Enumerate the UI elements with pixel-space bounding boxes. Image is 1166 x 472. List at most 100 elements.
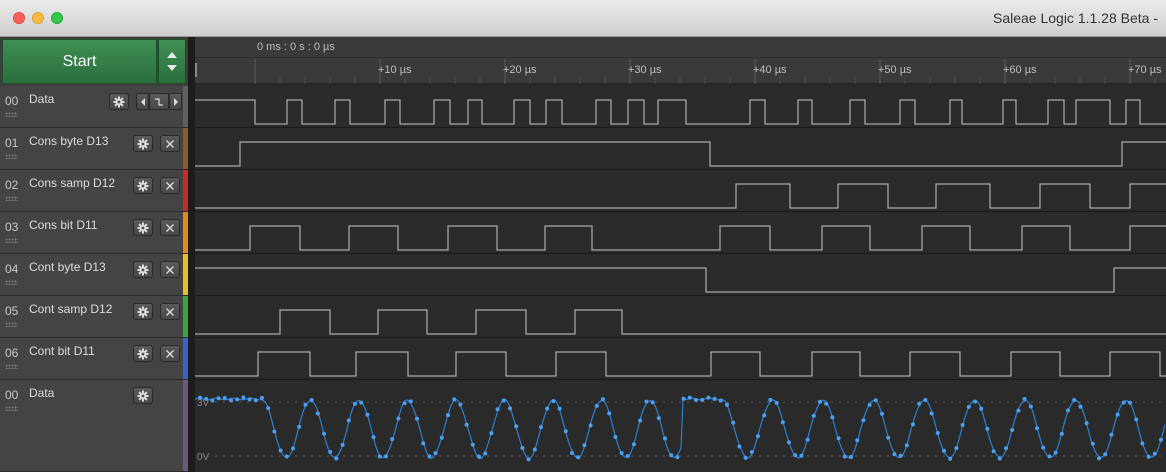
close-icon[interactable]: [160, 345, 180, 362]
channel-number: 00: [5, 94, 19, 108]
analog-sample-dot: [557, 406, 562, 411]
analog-sample-dot: [1103, 452, 1108, 457]
drag-handle-icon[interactable]: [5, 154, 18, 159]
analog-sample-dot: [1066, 408, 1070, 413]
close-icon[interactable]: [160, 219, 180, 236]
analog-sample-dot: [458, 402, 463, 407]
gear-icon[interactable]: [133, 387, 153, 404]
cursor-marker-icon: [195, 63, 197, 77]
analog-sample-dot: [477, 454, 481, 459]
analog-sample-dot: [917, 401, 922, 406]
analog-sample-dot: [253, 398, 258, 403]
digital-trace: [195, 141, 1166, 167]
channel-name[interactable]: Data: [29, 92, 54, 106]
analog-sample-dot: [421, 441, 426, 446]
close-icon[interactable]: [160, 177, 180, 194]
ruler-tick-label: +30 µs: [628, 64, 662, 76]
channel-name[interactable]: Data: [29, 386, 54, 400]
channel-row[interactable]: 00 Data: [0, 380, 188, 472]
gear-icon[interactable]: [133, 345, 153, 362]
analog-sample-dot: [923, 397, 928, 402]
channel-row[interactable]: 01 Cons byte D13: [0, 128, 188, 170]
channel-row[interactable]: 00 Data: [0, 86, 188, 128]
analog-sample-dot: [1159, 437, 1163, 442]
gear-icon[interactable]: [133, 261, 153, 278]
close-window-button[interactable]: [13, 12, 25, 24]
channel-name[interactable]: Cont samp D12: [29, 302, 112, 316]
analog-sample-dot: [904, 443, 909, 448]
channel-number: 05: [5, 304, 19, 318]
close-icon[interactable]: [160, 261, 180, 278]
gear-icon[interactable]: [109, 93, 129, 110]
analog-sample-dot: [1078, 404, 1083, 409]
analog-sample-dot: [576, 455, 581, 460]
gear-icon[interactable]: [133, 177, 153, 194]
timeline-ruler[interactable]: 0 ms : 0 s : 0 µs +10 µs +20 µs +30 µs +40 …: [195, 37, 1166, 84]
panel-separator[interactable]: [188, 37, 195, 472]
drag-handle-icon[interactable]: [5, 196, 18, 201]
close-icon[interactable]: [160, 135, 180, 152]
analog-sample-dot: [1016, 408, 1021, 413]
gear-icon[interactable]: [133, 219, 153, 236]
analog-sample-dot: [1022, 397, 1027, 401]
channel-number: 04: [5, 262, 19, 276]
channel-row[interactable]: 03 Cons bit D11: [0, 212, 188, 254]
analog-sample-dot: [1010, 428, 1015, 432]
analog-sample-dot: [1053, 450, 1058, 455]
analog-sample-dot: [966, 404, 971, 409]
channel-name[interactable]: Cons bit D11: [29, 218, 97, 232]
analog-sample-dot: [495, 407, 500, 412]
analog-sample-dot: [935, 431, 940, 435]
analog-sample-dot: [991, 449, 996, 454]
analog-sample-dot: [644, 399, 649, 404]
drag-handle-icon[interactable]: [5, 112, 18, 117]
analog-sample-dot: [526, 457, 531, 462]
analog-sample-dot: [594, 403, 599, 408]
maximize-window-button[interactable]: [51, 12, 63, 24]
analog-sample-dot: [973, 399, 977, 404]
drag-handle-icon[interactable]: [5, 406, 18, 411]
start-options-button[interactable]: [158, 39, 186, 84]
start-button[interactable]: Start: [2, 39, 157, 84]
analog-sample-dot: [377, 454, 382, 459]
channel-name[interactable]: Cont bit D11: [29, 344, 95, 358]
analog-sample-dot: [365, 412, 370, 417]
waveform-area[interactable]: 3V 0V: [195, 84, 1166, 472]
digital-trace: [195, 351, 1166, 377]
analog-sample-dot: [1035, 426, 1039, 431]
analog-sample-dot: [464, 422, 469, 427]
chevron-left-icon[interactable]: [136, 93, 149, 110]
analog-sample-dot: [756, 434, 760, 439]
edge-trigger-icon[interactable]: [149, 93, 169, 110]
channel-row[interactable]: 06 Cont bit D11: [0, 338, 188, 380]
drag-handle-icon[interactable]: [5, 364, 18, 369]
drag-handle-icon[interactable]: [5, 280, 18, 285]
channel-name[interactable]: Cont byte D13: [29, 260, 106, 274]
analog-sample-dot: [954, 446, 959, 451]
channel-row[interactable]: 04 Cont byte D13: [0, 254, 188, 296]
analog-sample-dot: [675, 455, 680, 460]
drag-handle-icon[interactable]: [5, 238, 18, 243]
analog-sample-dot: [632, 442, 636, 447]
analog-sample-dot: [663, 436, 667, 441]
minimize-window-button[interactable]: [32, 12, 44, 24]
analog-sample-dot: [749, 450, 754, 454]
drag-handle-icon[interactable]: [5, 322, 18, 327]
ruler-tick-label: +60 µs: [1003, 64, 1037, 76]
channel-name[interactable]: Cons samp D12: [29, 176, 115, 190]
chevron-right-icon[interactable]: [169, 93, 182, 110]
analog-0v-label: 0V: [197, 452, 210, 463]
close-icon[interactable]: [160, 303, 180, 320]
gear-icon[interactable]: [133, 135, 153, 152]
analog-sample-dot: [687, 395, 692, 400]
analog-sample-dot: [886, 435, 891, 440]
channel-name[interactable]: Cons byte D13: [29, 134, 108, 148]
analog-sample-dot: [1084, 421, 1089, 426]
analog-sample-dot: [712, 396, 717, 401]
channel-row[interactable]: 05 Cont samp D12: [0, 296, 188, 338]
analog-sample-dot: [489, 431, 494, 436]
analog-sample-dot: [799, 453, 804, 458]
gear-icon[interactable]: [133, 303, 153, 320]
analog-sample-dot: [737, 444, 742, 449]
channel-row[interactable]: 02 Cons samp D12: [0, 170, 188, 212]
